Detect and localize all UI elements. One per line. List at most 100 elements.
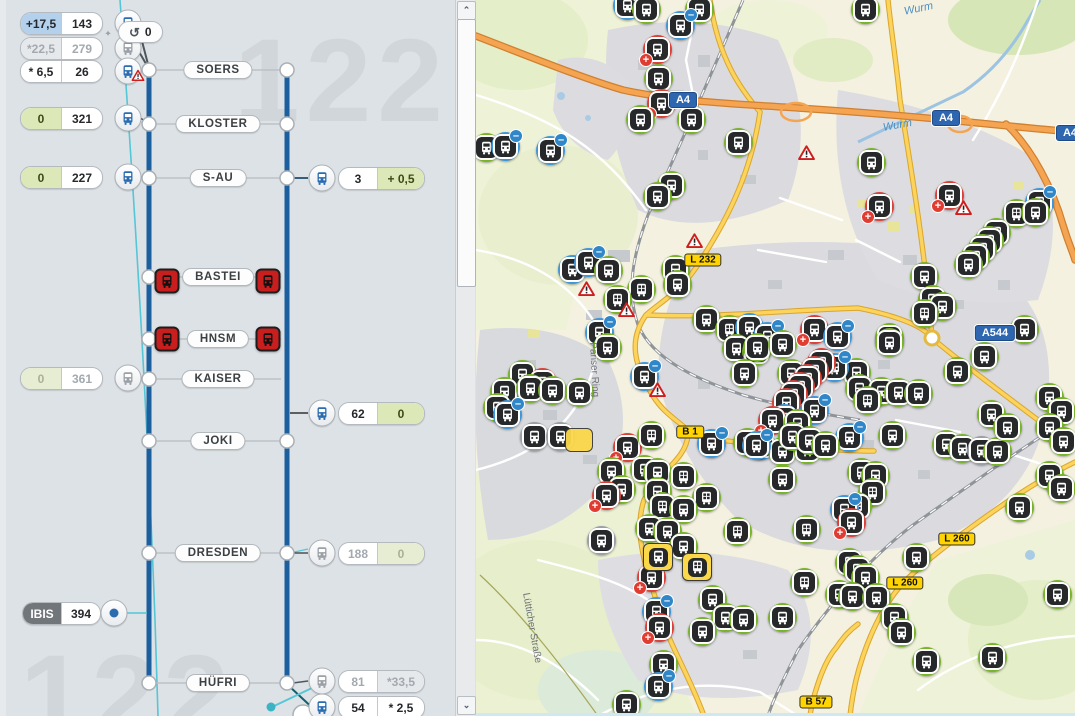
vehicle-marker[interactable] — [768, 330, 797, 359]
vehicle-marker[interactable]: – — [666, 11, 695, 40]
vehicle-badge-188[interactable]: 1880 — [338, 542, 425, 565]
vehicle-marker[interactable] — [669, 462, 698, 491]
vehicle-icon-81[interactable] — [309, 668, 336, 695]
vehicle-marker[interactable]: – — [823, 322, 852, 351]
vehicle-badge-279[interactable]: *22,5279 — [20, 37, 103, 60]
vehicle-icon-26[interactable] — [115, 58, 142, 85]
vehicle-marker[interactable] — [632, 0, 661, 24]
vehicle-icon-394[interactable] — [101, 600, 128, 627]
vehicle-marker[interactable] — [768, 465, 797, 494]
vehicle-marker[interactable] — [626, 105, 655, 134]
vehicle-icon-3[interactable] — [309, 165, 336, 192]
stop-label-bastei[interactable]: BASTEI — [182, 268, 254, 286]
stop-alert-icon[interactable] — [155, 269, 180, 294]
vehicle-marker[interactable] — [663, 270, 692, 299]
vehicle-marker[interactable] — [1047, 474, 1075, 503]
vehicle-marker[interactable] — [978, 643, 1007, 672]
vehicle-marker[interactable] — [1049, 427, 1075, 456]
vehicle-icon-188[interactable] — [309, 540, 336, 567]
vehicle-marker[interactable] — [677, 105, 706, 134]
vehicle-marker[interactable] — [993, 413, 1022, 442]
vehicle-badge-62[interactable]: 620 — [338, 402, 425, 425]
vehicle-badge-26[interactable]: * 6,526 — [20, 60, 103, 83]
vehicle-marker[interactable] — [878, 421, 907, 450]
vehicle-marker[interactable] — [851, 0, 880, 24]
vehicle-marker[interactable] — [887, 618, 916, 647]
vehicle-badge-3[interactable]: 3+ 0,5 — [338, 167, 425, 190]
stop-label-joki[interactable]: JOKI — [190, 432, 245, 450]
stop-label-dresden[interactable]: DRESDEN — [175, 544, 261, 562]
vehicle-badge-54[interactable]: 54* 2,5 — [338, 696, 425, 716]
vehicle-icon-321[interactable] — [115, 105, 142, 132]
vehicle-icon-62[interactable] — [309, 400, 336, 427]
vehicle-badge-361-left: 0 — [21, 368, 62, 389]
vehicle-marker[interactable]: – — [644, 672, 673, 701]
vehicle-marker[interactable]: – — [536, 136, 565, 165]
vehicle-badge-321[interactable]: 0321 — [20, 107, 103, 130]
turnback-badge[interactable]: ↺ 0 — [118, 21, 163, 43]
vehicle-marker[interactable] — [811, 431, 840, 460]
vehicle-marker[interactable]: + — [592, 481, 621, 510]
vehicle-marker[interactable] — [875, 328, 904, 357]
vehicle-marker[interactable] — [912, 647, 941, 676]
stop-label-kaiser[interactable]: KAISER — [181, 370, 254, 388]
vehicle-marker[interactable]: + — [865, 192, 894, 221]
scroll-down-button[interactable]: ⌄ — [457, 696, 476, 715]
stop-alert-icon[interactable] — [256, 269, 281, 294]
vehicle-badge-143[interactable]: +17,5143 — [20, 12, 103, 35]
scroll-up-button[interactable]: ⌃ — [457, 1, 476, 20]
stop-label-hnsm[interactable]: HNSM — [187, 330, 249, 348]
vehicle-marker[interactable] — [790, 568, 819, 597]
vehicle-badge-81[interactable]: 81*33,5 — [338, 670, 425, 693]
vehicle-marker[interactable] — [902, 543, 931, 572]
vehicle-marker[interactable]: – — [493, 400, 522, 429]
vehicle-marker[interactable] — [637, 421, 666, 450]
vehicle-marker[interactable] — [724, 128, 753, 157]
vehicle-marker[interactable] — [688, 617, 717, 646]
stop-label-kloster[interactable]: KLOSTER — [175, 115, 260, 133]
panel-scrollbar[interactable]: ⌃ ⌄ — [455, 0, 475, 716]
vehicle-marker[interactable]: + — [643, 35, 672, 64]
vehicle-marker[interactable]: + — [645, 613, 674, 642]
stop-label-s-au[interactable]: S-AU — [190, 169, 247, 187]
vehicle-marker[interactable] — [1021, 198, 1050, 227]
vehicle-marker[interactable]: + — [837, 508, 866, 537]
vehicle-marker[interactable] — [904, 379, 933, 408]
vehicle-marker[interactable] — [538, 376, 567, 405]
vehicle-marker[interactable] — [682, 553, 712, 581]
vehicle-marker[interactable] — [594, 256, 623, 285]
vehicle-marker[interactable]: – — [491, 132, 520, 161]
vehicle-badge-361[interactable]: 0361 — [20, 367, 103, 390]
vehicle-marker[interactable] — [729, 605, 758, 634]
vehicle-badge-227[interactable]: 0227 — [20, 166, 103, 189]
vehicle-icon-54[interactable] — [309, 694, 336, 716]
vehicle-badge-394[interactable]: IBIS394 — [22, 602, 101, 625]
vehicle-marker[interactable] — [1043, 580, 1072, 609]
vehicle-marker[interactable] — [520, 422, 549, 451]
vehicle-icon-227[interactable] — [115, 164, 142, 191]
vehicle-marker[interactable] — [643, 543, 673, 571]
vehicle-marker[interactable] — [910, 299, 939, 328]
vehicle-marker[interactable] — [768, 603, 797, 632]
vehicle-marker[interactable] — [643, 182, 672, 211]
vehicle-marker[interactable] — [587, 526, 616, 555]
vehicle-marker[interactable] — [1005, 493, 1034, 522]
stop-alert-icon[interactable] — [155, 327, 180, 352]
vehicle-marker[interactable] — [954, 250, 983, 279]
warning-triangle-icon — [955, 200, 972, 215]
sparkle-icon: ✦ — [104, 29, 112, 40]
map-canvas[interactable]: – – + + – – + + – — [476, 0, 1075, 716]
scrollbar-thumb[interactable] — [457, 19, 476, 287]
vehicle-marker[interactable] — [970, 342, 999, 371]
vehicle-icon-361[interactable] — [115, 365, 142, 392]
stop-label-soers[interactable]: SOERS — [183, 61, 252, 79]
vehicle-marker[interactable] — [792, 515, 821, 544]
vehicle-marker[interactable] — [853, 386, 882, 415]
vehicle-marker[interactable] — [723, 517, 752, 546]
stop-alert-icon[interactable] — [256, 327, 281, 352]
vehicle-marker[interactable] — [730, 359, 759, 388]
stop-label-hüfri[interactable]: HÜFRI — [186, 674, 250, 692]
vehicle-marker[interactable] — [943, 357, 972, 386]
vehicle-marker[interactable]: – — [742, 431, 771, 460]
vehicle-marker[interactable] — [857, 148, 886, 177]
